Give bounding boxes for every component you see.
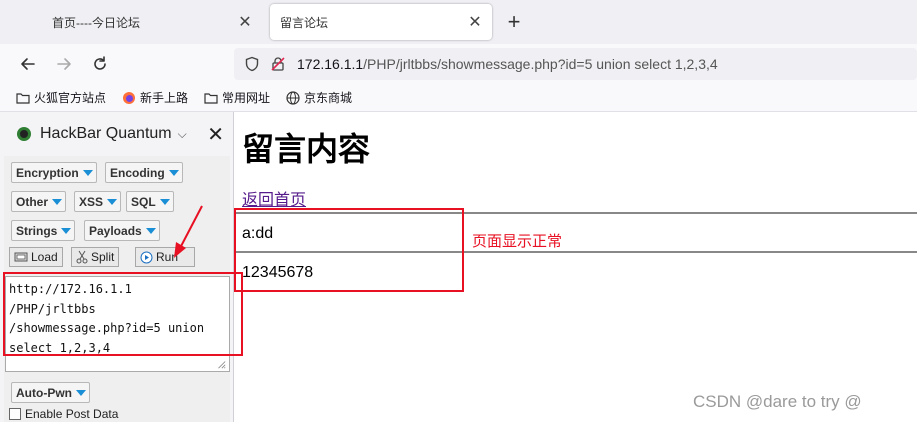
close-icon[interactable]: ✕ [207,122,224,147]
dropdown-arrow-icon [159,198,170,205]
encoding-menu[interactable]: Encoding [105,162,183,183]
bookmark-firefox-official[interactable]: 火狐官方站点 [16,89,106,106]
bookmark-label: 火狐官方站点 [34,91,107,105]
back-home-link[interactable]: 返回首页 [242,186,306,210]
tab-message-board[interactable]: 留言论坛 ✕ [270,4,492,40]
dropdown-arrow-icon [61,227,72,234]
scissors-icon [76,250,88,264]
navigation-bar: 172.16.1.1/PHP/jrltbbs/showmessage.php?i… [0,44,917,84]
back-arrow-icon[interactable] [16,52,40,76]
menu-label: XSS [79,194,104,209]
annotation-box-result [234,208,464,292]
tab-label: 首页----今日论坛 [52,15,140,30]
sql-menu[interactable]: SQL [126,191,174,212]
tab-label: 留言论坛 [280,15,329,30]
bookmark-getting-started[interactable]: 新手上路 [122,89,188,106]
dropdown-arrow-icon [52,198,63,205]
tab-forum-home[interactable]: 首页----今日论坛 ✕ [0,4,262,40]
url-bar[interactable]: 172.16.1.1/PHP/jrltbbs/showmessage.php?i… [234,48,917,80]
menu-label: Strings [16,223,58,238]
url-text[interactable]: 172.16.1.1/PHP/jrltbbs/showmessage.php?i… [297,56,718,72]
enable-post-data-row: Enable Post Data [9,407,118,421]
dropdown-arrow-icon [76,389,86,396]
watermark: CSDN @dare to try @ [693,392,862,411]
url-path: /PHP/jrltbbs/showmessage.php?id=5 union … [363,56,718,72]
bookmark-jd-mall[interactable]: 京东商城 [286,89,352,106]
play-icon [140,251,153,263]
annotation-note: 页面显示正常 [472,233,563,250]
dropdown-arrow-icon [145,227,156,234]
bookmark-label: 常用网址 [222,91,271,105]
folder-icon [16,92,30,104]
menu-label: Other [16,194,49,209]
button-label: Split [91,250,115,264]
bookmark-common-sites[interactable]: 常用网址 [204,89,270,106]
shield-icon[interactable] [244,56,260,72]
bookmark-label: 新手上路 [140,91,189,105]
menu-label: Auto-Pwn [16,385,72,400]
firefox-icon [123,91,136,104]
chevron-down-icon[interactable]: ⌵ [178,127,187,142]
new-tab-plus-icon[interactable]: + [502,10,526,34]
bookmarks-toolbar: 火狐官方站点 新手上路 常用网址 京东商城 [0,84,917,112]
menu-label: SQL [131,194,156,209]
xss-menu[interactable]: XSS [74,191,122,212]
load-url-button[interactable]: Load [9,247,63,267]
bookmark-label: 京东商城 [304,91,353,105]
globe-icon [286,90,300,105]
load-icon [14,252,28,262]
other-menu[interactable]: Other [11,191,67,212]
folder-icon [204,92,218,104]
sidebar-title[interactable]: HackBar Quantum [40,125,172,143]
menu-label: Encoding [110,165,165,180]
menu-label: Payloads [89,223,142,238]
encryption-menu[interactable]: Encryption [11,162,97,183]
dropdown-arrow-icon [82,169,93,176]
forward-arrow-icon[interactable] [52,52,76,76]
enable-post-data-label: Enable Post Data [25,407,119,421]
dropdown-arrow-icon [168,169,179,176]
autopwn-menu[interactable]: Auto-Pwn [11,382,90,403]
url-host: 172.16.1.1 [297,56,364,72]
annotation-arrow-icon [174,205,203,258]
enable-post-data-checkbox[interactable] [9,408,21,420]
tab-strip: 首页----今日论坛 ✕ 留言论坛 ✕ + [0,0,917,44]
payloads-menu[interactable]: Payloads [84,220,160,241]
strings-menu[interactable]: Strings [11,220,76,241]
reload-icon[interactable] [88,52,112,76]
button-label: Load [31,250,58,264]
dropdown-arrow-icon [107,198,118,205]
split-url-button[interactable]: Split [71,247,120,267]
hackbar-sidebar: HackBar Quantum ⌵ ✕ [0,112,234,422]
hackbar-logo-icon [17,127,31,141]
sidebar-header: HackBar Quantum ⌵ ✕ [0,112,234,156]
close-icon[interactable]: ✕ [234,11,256,33]
resize-grip-icon[interactable] [216,359,226,369]
insecure-lock-icon[interactable] [270,56,286,72]
page-title: 留言内容 [242,130,371,168]
annotation-box-url [3,272,243,356]
menu-label: Encryption [16,165,79,180]
close-icon[interactable]: ✕ [464,11,486,33]
